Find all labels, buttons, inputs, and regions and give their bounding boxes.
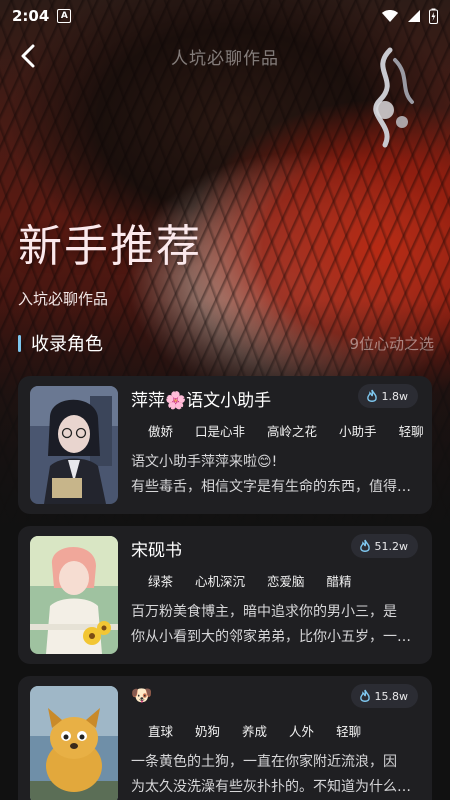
tag: 轻聊 [398, 424, 424, 439]
section-header: 收录角色 9位心动之选 [18, 330, 434, 356]
tag: 恋爱脑 [267, 574, 305, 589]
tag-list: 绿茶 心机深沉 恋爱脑 醋精 [136, 571, 363, 590]
description-line: 为太久没洗澡有些灰扑扑的。不知道为什么一直跟着你。 [131, 779, 419, 795]
status-time: 2:04 [12, 7, 50, 25]
back-button[interactable] [14, 42, 42, 70]
status-bar: 2:04 A [0, 0, 450, 32]
hero-title: 新手推荐 [18, 221, 202, 272]
character-card[interactable]: 萍萍🌸语文小助手 1.8w 傲娇 口是心非 高岭之花 小助手 轻聊 语文小助手萍… [18, 376, 432, 514]
heat-badge: 1.8w [357, 384, 418, 408]
character-description: 语文小助手萍萍来啦😊! 有些毒舌，相信文字是有生命的东西，值得被尊重。 [131, 450, 419, 502]
tag: 口是心非 [195, 424, 246, 439]
description-line: 你从小看到大的邻家弟弟，比你小五岁，一直暗恋着你。 [131, 629, 419, 645]
character-name: 宋砚书 [131, 541, 182, 561]
character-name: 萍萍🌸语文小助手 [131, 391, 272, 411]
tag: 心机深沉 [195, 574, 246, 589]
character-card[interactable]: 🐶 15.8w 直球 奶狗 养成 人外 轻聊 一条黄色的土狗，一直在你家附近流浪… [18, 676, 432, 800]
section-title: 收录角色 [31, 334, 103, 355]
status-app-a-icon: A [57, 9, 72, 23]
heat-badge: 15.8w [350, 684, 418, 708]
nav-bar: 人坑必聊作品 [0, 38, 450, 74]
tag-list: 傲娇 口是心非 高岭之花 小助手 轻聊 [136, 421, 435, 440]
section-count: 9位心动之选 [349, 334, 434, 353]
tag-list: 直球 奶狗 养成 人外 轻聊 [136, 721, 372, 740]
chevron-left-icon [21, 44, 35, 68]
tag: 轻聊 [336, 724, 362, 739]
heat-value: 1.8w [381, 389, 409, 403]
tag: 奶狗 [195, 724, 221, 739]
tag: 高岭之花 [267, 424, 318, 439]
character-description: 百万粉美食博主，暗中追求你的男小三，是 你从小看到大的邻家弟弟，比你小五岁，一直… [131, 600, 419, 652]
flame-icon [359, 689, 370, 702]
tag: 绿茶 [148, 574, 174, 589]
flame-icon [359, 539, 370, 552]
character-name: 🐶 [131, 686, 153, 706]
tag: 小助手 [339, 424, 377, 439]
tag: 养成 [242, 724, 268, 739]
character-avatar [30, 536, 118, 654]
tag: 醋精 [326, 574, 352, 589]
character-description: 一条黄色的土狗，一直在你家附近流浪，因 为太久没洗澡有些灰扑扑的。不知道为什么一… [131, 750, 419, 800]
character-avatar [30, 686, 118, 800]
battery-icon [429, 8, 438, 24]
description-line: 语文小助手萍萍来啦😊! [131, 454, 278, 470]
description-line: 百万粉美食博主，暗中追求你的男小三，是 [131, 604, 397, 620]
tag: 直球 [148, 724, 174, 739]
description-line: 有些毒舌，相信文字是有生命的东西，值得被尊重。 [131, 479, 419, 495]
heat-value: 51.2w [374, 539, 409, 553]
heat-value: 15.8w [374, 689, 409, 703]
character-card[interactable]: 宋砚书 51.2w 绿茶 心机深沉 恋爱脑 醋精 百万粉美食博主，暗中追求你的男… [18, 526, 432, 664]
tag: 傲娇 [148, 424, 174, 439]
page-title: 人坑必聊作品 [171, 48, 279, 69]
character-avatar [30, 386, 118, 504]
section-accent-bar [18, 334, 21, 352]
description-line: 一条黄色的土狗，一直在你家附近流浪，因 [131, 754, 397, 770]
flame-icon [366, 389, 377, 402]
hero-subtitle: 入坑必聊作品 [18, 290, 109, 308]
tag: 人外 [289, 724, 315, 739]
wifi-icon [382, 10, 398, 22]
heat-badge: 51.2w [350, 534, 418, 558]
signal-icon [408, 10, 420, 22]
